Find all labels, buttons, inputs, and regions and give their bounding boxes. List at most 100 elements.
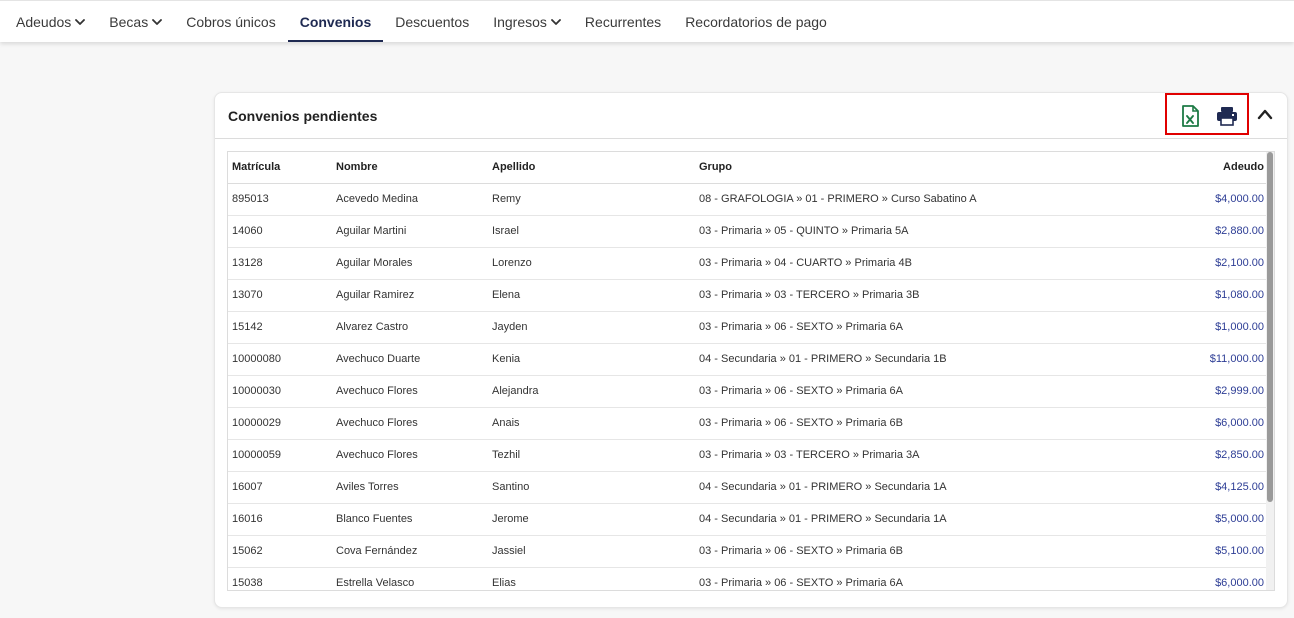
cell-grupo: 04 - Secundaria » 01 - PRIMERO » Secunda… xyxy=(695,503,1115,536)
nav-item-label: Descuentos xyxy=(395,13,470,30)
export-toolbox xyxy=(1165,93,1249,135)
table-row[interactable]: 16007 Aviles Torres Santino 04 - Secundaria… xyxy=(228,471,1268,504)
cell-grupo: 08 - GRAFOLOGIA » 01 - PRIMERO » Curso S… xyxy=(695,183,1115,216)
top-navigation: Adeudos Becas Cobros únicos Convenios Descue… xyxy=(0,0,1294,42)
cell-grupo: 03 - Primaria » 04 - CUARTO » Primaria 4… xyxy=(695,247,1115,280)
cell-matricula: 13128 xyxy=(228,247,332,280)
table-row[interactable]: 15038 Estrella Velasco Elias 03 - Primaria … xyxy=(228,567,1268,590)
table-row[interactable]: 15142 Alvarez Castro Jayden 03 - Primaria »… xyxy=(228,311,1268,344)
cell-grupo: 03 - Primaria » 03 - TERCERO » Primaria … xyxy=(695,439,1115,472)
chevron-down-icon xyxy=(152,18,163,25)
nav-item-6[interactable]: Recurrentes xyxy=(573,1,673,42)
card-header: Convenios pendientes xyxy=(215,93,1287,139)
nav-item-label: Recordatorios de pago xyxy=(685,13,827,30)
excel-export-icon[interactable] xyxy=(1181,105,1199,127)
cell-nombre: Aguilar Martini xyxy=(332,215,488,248)
column-header-nombre[interactable]: Nombre xyxy=(332,152,488,184)
cell-matricula: 16007 xyxy=(228,471,332,504)
cell-adeudo: $6,000.00 xyxy=(1115,567,1268,590)
cell-matricula: 10000080 xyxy=(228,343,332,376)
chevron-up-icon[interactable] xyxy=(1257,108,1273,120)
convenios-table-container: Matrícula Nombre Apellido Grupo Adeudo 8… xyxy=(227,151,1275,591)
cell-matricula: 13070 xyxy=(228,279,332,312)
column-header-grupo[interactable]: Grupo xyxy=(695,152,1115,184)
table-row[interactable]: 895013 Acevedo Medina Remy 08 - GRAFOLOGIA … xyxy=(228,183,1268,216)
nav-item-1[interactable]: Becas xyxy=(97,1,174,42)
cell-grupo: 03 - Primaria » 03 - TERCERO » Primaria … xyxy=(695,279,1115,312)
nav-item-5[interactable]: Ingresos xyxy=(481,1,573,42)
table-row[interactable]: 10000029 Avechuco Flores Anais 03 - Primari… xyxy=(228,407,1268,440)
cell-nombre: Aguilar Morales xyxy=(332,247,488,280)
nav-item-label: Recurrentes xyxy=(584,13,662,30)
cell-adeudo: $11,000.00 xyxy=(1115,343,1268,376)
cell-grupo: 03 - Primaria » 05 - QUINTO » Primaria 5… xyxy=(695,215,1115,248)
cell-apellido: Elena xyxy=(488,279,695,312)
table-row[interactable]: 13070 Aguilar Ramirez Elena 03 - Primaria »… xyxy=(228,279,1268,312)
convenios-table: Matrícula Nombre Apellido Grupo Adeudo 8… xyxy=(228,152,1268,590)
cell-nombre: Avechuco Flores xyxy=(332,375,488,408)
cell-grupo: 03 - Primaria » 06 - SEXTO » Primaria 6A xyxy=(695,311,1115,344)
nav-item-4[interactable]: Descuentos xyxy=(383,1,481,42)
cell-apellido: Jerome xyxy=(488,503,695,536)
cell-matricula: 10000059 xyxy=(228,439,332,472)
nav-item-2[interactable]: Cobros únicos xyxy=(174,1,288,42)
column-header-apellido[interactable]: Apellido xyxy=(488,152,695,184)
cell-grupo: 03 - Primaria » 06 - SEXTO » Primaria 6A xyxy=(695,375,1115,408)
cell-apellido: Anais xyxy=(488,407,695,440)
cell-nombre: Alvarez Castro xyxy=(332,311,488,344)
nav-item-label: Ingresos xyxy=(493,13,547,30)
cell-apellido: Santino xyxy=(488,471,695,504)
cell-adeudo: $2,850.00 xyxy=(1115,439,1268,472)
table-row[interactable]: 15062 Cova Fernández Jassiel 03 - Primaria … xyxy=(228,535,1268,568)
nav-item-label: Adeudos xyxy=(16,13,72,30)
cell-nombre: Avechuco Flores xyxy=(332,407,488,440)
cell-grupo: 04 - Secundaria » 01 - PRIMERO » Secunda… xyxy=(695,471,1115,504)
nav-item-label: Convenios xyxy=(299,13,372,30)
cell-apellido: Kenia xyxy=(488,343,695,376)
column-header-matricula[interactable]: Matrícula xyxy=(228,152,332,184)
cell-matricula: 15038 xyxy=(228,567,332,590)
table-row[interactable]: 13128 Aguilar Morales Lorenzo 03 - Primaria… xyxy=(228,247,1268,280)
cell-adeudo: $1,000.00 xyxy=(1115,311,1268,344)
cell-nombre: Blanco Fuentes xyxy=(332,503,488,536)
cell-nombre: Avechuco Duarte xyxy=(332,343,488,376)
cell-adeudo: $5,000.00 xyxy=(1115,503,1268,536)
cell-grupo: 04 - Secundaria » 01 - PRIMERO » Secunda… xyxy=(695,343,1115,376)
cell-matricula: 15062 xyxy=(228,535,332,568)
cell-apellido: Remy xyxy=(488,183,695,216)
cell-grupo: 03 - Primaria » 06 - SEXTO » Primaria 6B xyxy=(695,535,1115,568)
nav-item-0[interactable]: Adeudos xyxy=(4,1,97,42)
convenios-card: Convenios pendientes Matrícula Nombre Ap… xyxy=(214,92,1288,608)
table-row[interactable]: 10000080 Avechuco Duarte Kenia 04 - Secunda… xyxy=(228,343,1268,376)
cell-nombre: Aviles Torres xyxy=(332,471,488,504)
cell-matricula: 14060 xyxy=(228,215,332,248)
cell-nombre: Aguilar Ramirez xyxy=(332,279,488,312)
cell-adeudo: $2,999.00 xyxy=(1115,375,1268,408)
cell-apellido: Jassiel xyxy=(488,535,695,568)
table-row[interactable]: 16016 Blanco Fuentes Jerome 04 - Secundaria… xyxy=(228,503,1268,536)
cell-apellido: Jayden xyxy=(488,311,695,344)
cell-grupo: 03 - Primaria » 06 - SEXTO » Primaria 6A xyxy=(695,567,1115,590)
nav-item-7[interactable]: Recordatorios de pago xyxy=(673,1,839,42)
table-scrollbar[interactable] xyxy=(1266,152,1274,590)
cell-adeudo: $5,100.00 xyxy=(1115,535,1268,568)
cell-apellido: Elias xyxy=(488,567,695,590)
cell-adeudo: $1,080.00 xyxy=(1115,279,1268,312)
cell-apellido: Tezhil xyxy=(488,439,695,472)
table-row[interactable]: 10000030 Avechuco Flores Alejandra 03 - Pri… xyxy=(228,375,1268,408)
table-row[interactable]: 10000059 Avechuco Flores Tezhil 03 - Primar… xyxy=(228,439,1268,472)
cell-adeudo: $2,880.00 xyxy=(1115,215,1268,248)
cell-nombre: Estrella Velasco xyxy=(332,567,488,590)
table-header-row: Matrícula Nombre Apellido Grupo Adeudo xyxy=(228,152,1268,184)
scrollbar-thumb[interactable] xyxy=(1267,152,1273,502)
cell-matricula: 895013 xyxy=(228,183,332,216)
column-header-adeudo[interactable]: Adeudo xyxy=(1115,152,1268,184)
cell-apellido: Alejandra xyxy=(488,375,695,408)
card-title: Convenios pendientes xyxy=(228,108,378,124)
cell-matricula: 10000030 xyxy=(228,375,332,408)
printer-icon[interactable] xyxy=(1216,106,1238,126)
table-row[interactable]: 14060 Aguilar Martini Israel 03 - Primaria … xyxy=(228,215,1268,248)
nav-item-3[interactable]: Convenios xyxy=(287,1,384,42)
cell-matricula: 15142 xyxy=(228,311,332,344)
cell-apellido: Israel xyxy=(488,215,695,248)
